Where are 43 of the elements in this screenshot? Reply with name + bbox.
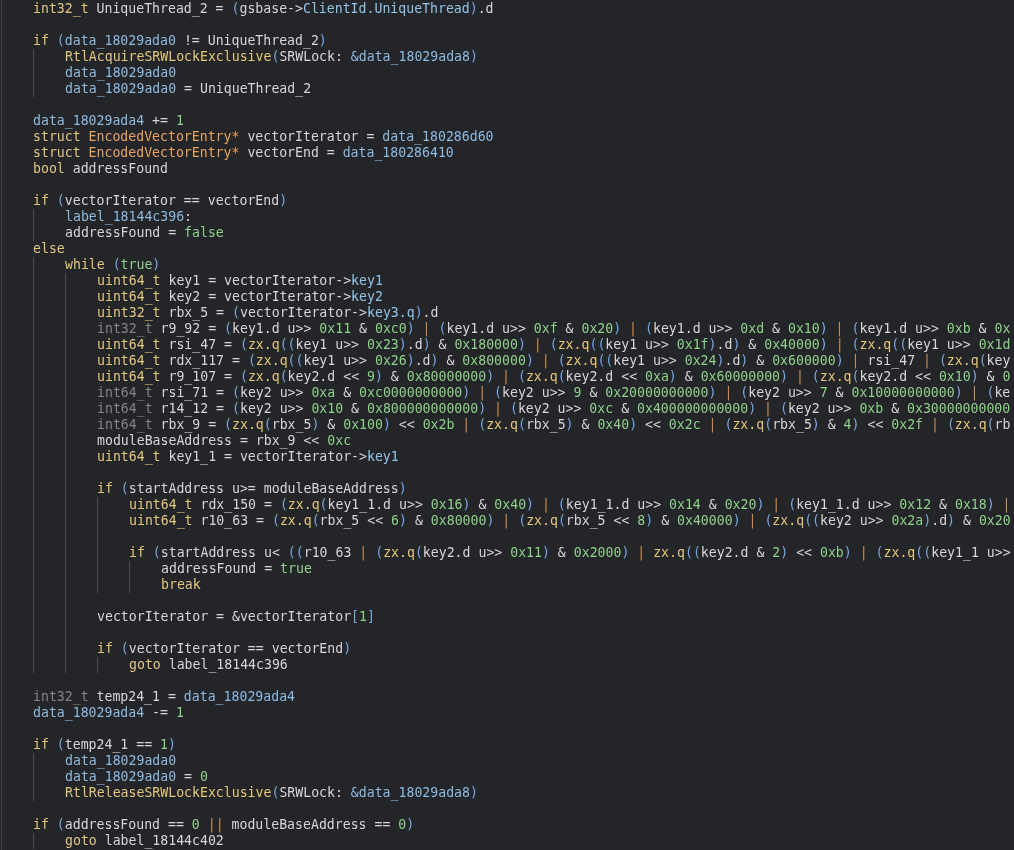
code-line: data_18029ada0	[65, 753, 177, 769]
code-line: moduleBaseAddress = rbx_9 << 0xc	[97, 433, 352, 449]
code-line: struct EncodedVectorEntry* vectorEnd = data_180286410	[33, 145, 454, 161]
code-line: if (vectorIterator == vectorEnd)	[33, 193, 288, 209]
code-line: data_18029ada0 = UniqueThread_2	[65, 81, 312, 97]
code-line: int32_t r9_92 = (key1.d u>> 0x11 & 0xc0) | (key1.d u>> 0xf & 0x20) | (key1.d u>> 0xd & 0x10) | (key1.d u>> 0xb & 0x	[97, 321, 1011, 337]
code-line: data_18029ada4 -= 1	[33, 705, 184, 721]
code-line: struct EncodedVectorEntry* vectorIterator = data_180286d60	[33, 129, 494, 145]
code-line: while (true)	[65, 257, 161, 273]
code-line: label_18144c396:	[65, 209, 193, 225]
code-line: uint32_t rbx_5 = (vectorIterator->key3.q).d	[97, 305, 439, 321]
code-line: vectorIterator = &vectorIterator[1]	[97, 609, 375, 625]
code-line: data_18029ada4 += 1	[33, 113, 184, 129]
code-line: goto label_18144c402	[65, 833, 224, 849]
code-line: break	[161, 577, 201, 593]
code-line: int64_t rbx_9 = (zx.q(rbx_5) & 0x100) << 0x2b | (zx.q(rbx_5) & 0x40) << 0x2c | (zx.q(rbx_5) & 4) << 0x2f | (zx.q(rb	[97, 417, 1011, 433]
code-line: uint64_t r9_107 = (zx.q(key2.d << 9) & 0x80000000) | (zx.q(key2.d << 0xa) & 0x60000000) | (zx.q(key2.d << 0x10) & 0	[97, 369, 1011, 385]
code-line: uint64_t r10_63 = (zx.q(rbx_5 << 6) & 0x80000) | (zx.q(rbx_5 << 8) & 0x40000) | (zx.q((key2 u>> 0x2a).d) & 0x20	[129, 513, 1011, 529]
code-line: data_18029ada0	[65, 65, 177, 81]
code-line: if (startAddress u>= moduleBaseAddress)	[97, 481, 407, 497]
code-line: uint64_t rsi_47 = (zx.q((key1 u>> 0x23).d) & 0x180000) | (zx.q((key1 u>> 0x1f).d) & 0x40000) | (zx.q((key1 u>> 0x1d	[97, 337, 1011, 353]
code-line: else	[33, 241, 65, 257]
code-line: int32_t temp24_1 = data_18029ada4	[33, 689, 295, 705]
code-line: RtlReleaseSRWLockExclusive(SRWLock: &data_18029ada8)	[65, 785, 478, 801]
code-line: uint64_t key1_1 = vectorIterator->key1	[97, 449, 399, 465]
code-line: data_18029ada0 = 0	[65, 769, 208, 785]
code-line: if (vectorIterator == vectorEnd)	[97, 641, 352, 657]
code-line: uint64_t rdx_117 = (zx.q((key1 u>> 0x26).d) & 0x800000) | (zx.q((key1 u>> 0x24).d) & 0x600000) | rsi_47 | (zx.q(key	[97, 353, 1011, 369]
code-line: addressFound = true	[161, 561, 312, 577]
code-line: goto label_18144c396	[129, 657, 288, 673]
code-line: int64_t rsi_71 = (key2 u>> 0xa & 0xc0000000000) | (key2 u>> 9 & 0x20000000000) | (key2 u>> 7 & 0x10000000000) | (ke	[97, 385, 1011, 401]
code-line: if (data_18029ada0 != UniqueThread_2)	[33, 33, 327, 49]
code-line: uint64_t rdx_150 = (zx.q(key1_1.d u>> 0x16) & 0x40) | (key1_1.d u>> 0x14 & 0x20) | (key1_1.d u>> 0x12 & 0x18) |	[129, 497, 1011, 513]
code-line: uint64_t key1 = vectorIterator->key1	[97, 273, 383, 289]
code-line: int32_t UniqueThread_2 = (gsbase->ClientId.UniqueThread).d	[33, 1, 494, 17]
code-line: RtlAcquireSRWLockExclusive(SRWLock: &data_18029ada8)	[65, 49, 478, 65]
code-line: if (temp24_1 == 1)	[33, 737, 176, 753]
code-line: if (startAddress u< ((r10_63 | (zx.q(key2.d u>> 0x11) & 0x2000) | zx.q((key2.d & 2) << 0xb) | (zx.q((key1_1 u>>	[129, 545, 1011, 561]
code-line: addressFound = false	[65, 225, 224, 241]
code-line: if (addressFound == 0 || moduleBaseAddress == 0)	[33, 817, 415, 833]
code-line: int64_t r14_12 = (key2 u>> 0x10 & 0x800000000000) | (key2 u>> 0xc & 0x400000000000) | (key2 u>> 0xb & 0x30000000000	[97, 401, 1011, 417]
code-line: bool addressFound	[33, 161, 168, 177]
code-line: uint64_t key2 = vectorIterator->key2	[97, 289, 383, 305]
